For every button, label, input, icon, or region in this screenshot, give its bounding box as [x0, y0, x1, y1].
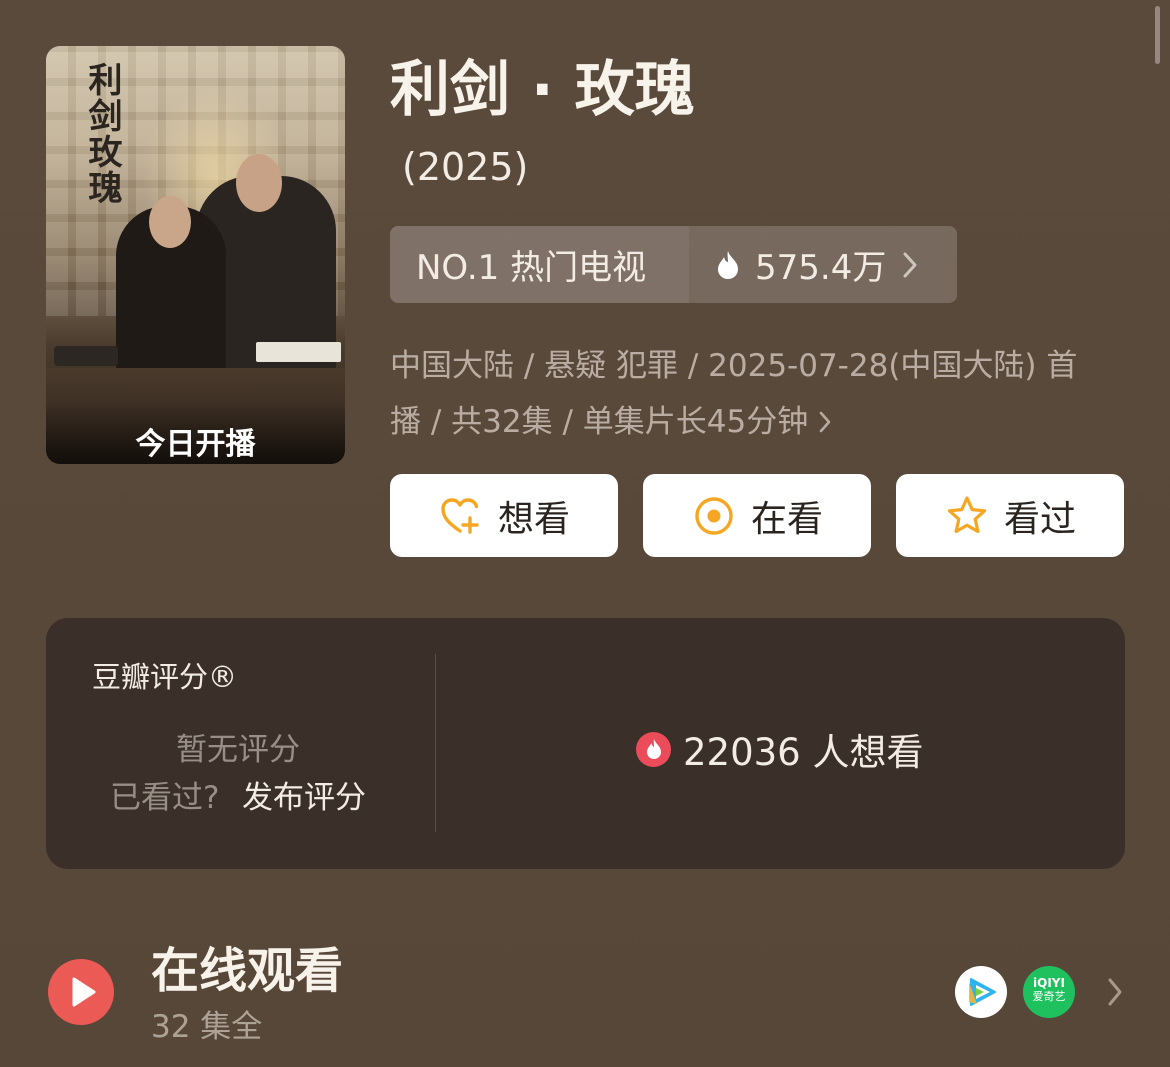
want-count: 22036 人想看 [636, 722, 923, 776]
target-circle-icon [695, 496, 733, 535]
chevron-right-icon [819, 411, 831, 433]
page-title: 利剑 · 玫瑰 [390, 55, 695, 125]
movie-detail-page: 利剑玫瑰 今日开播 利剑 · 玫瑰 (2025) NO.1 热门电视 575.4… [0, 0, 1170, 1067]
flame-icon [718, 250, 738, 279]
episode-count: 32 集全 [151, 1009, 263, 1045]
iqiyi-sublabel: 爱奇艺 [1032, 990, 1066, 1003]
watching-button[interactable]: 在看 [643, 474, 871, 557]
no-score-text: 暂无评分 [176, 732, 300, 768]
publish-rating-link[interactable]: 发布评分 [242, 772, 366, 817]
tencent-video-icon[interactable] [955, 966, 1007, 1018]
chevron-right-icon[interactable] [1106, 976, 1124, 1008]
ranking-label: NO.1 热门电视 [390, 226, 689, 303]
rating-card: 豆瓣评分® 暂无评分 已看过? 发布评分 22036 人想看 [46, 618, 1125, 869]
want-to-watch-label: 想看 [497, 498, 570, 540]
meta-info[interactable]: 中国大陆 / 悬疑 犯罪 / 2025-07-28(中国大陆) 首 播 / 共3… [390, 338, 1120, 450]
heat-value: 575.4万 [755, 248, 887, 288]
play-icon[interactable] [48, 959, 114, 1025]
watch-online-title[interactable]: 在线观看 [151, 940, 343, 1002]
chevron-right-icon [903, 252, 917, 277]
watched-label: 看过 [1003, 498, 1076, 540]
poster-title: 利剑玫瑰 [82, 62, 122, 206]
ranking-pill[interactable]: NO.1 热门电视 575.4万 [390, 226, 957, 303]
watching-label: 在看 [750, 498, 823, 540]
action-buttons: 想看 在看 看过 [390, 474, 1124, 557]
release-year: (2025) [402, 145, 529, 189]
flame-badge-icon [636, 731, 671, 767]
want-count-text: 22036 人想看 [683, 731, 924, 774]
watched-prompt: 已看过? [110, 780, 220, 816]
poster[interactable]: 利剑玫瑰 今日开播 [46, 46, 345, 464]
douban-rating-label: 豆瓣评分® [92, 660, 238, 694]
poster-badge: 今日开播 [135, 427, 256, 462]
star-icon [947, 495, 987, 533]
watched-button[interactable]: 看过 [896, 474, 1124, 557]
iqiyi-icon[interactable]: iQIYI 爱奇艺 [1023, 966, 1075, 1018]
divider [435, 654, 436, 832]
heart-plus-icon [441, 497, 479, 534]
heat-value-group[interactable]: 575.4万 [689, 226, 957, 303]
meta-line-1: 中国大陆 / 悬疑 犯罪 / 2025-07-28(中国大陆) 首 [390, 348, 1078, 384]
meta-line-2: 播 / 共32集 / 单集片长45分钟 [390, 394, 1120, 450]
want-to-watch-button[interactable]: 想看 [390, 474, 618, 557]
scrollbar[interactable] [1155, 6, 1160, 64]
iqiyi-label: iQIYI [1033, 976, 1065, 990]
